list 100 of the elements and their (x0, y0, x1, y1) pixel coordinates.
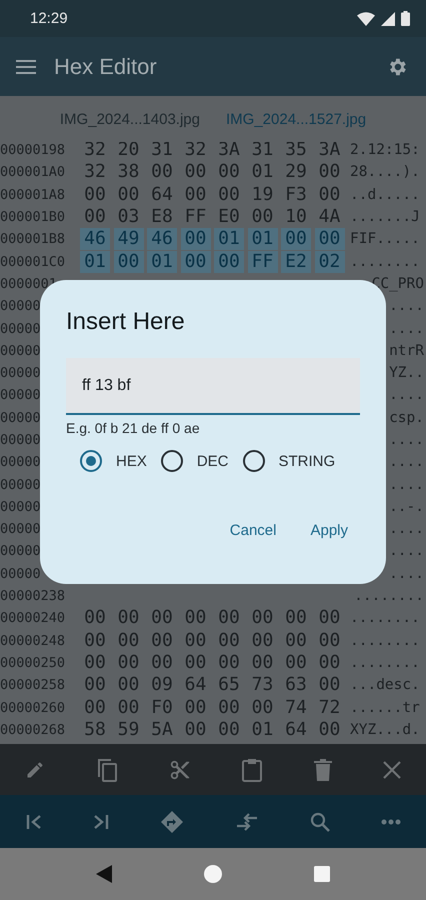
close-icon[interactable] (382, 760, 401, 778)
hex-byte[interactable]: 01 (80, 250, 110, 273)
hex-byte[interactable]: 00 (147, 652, 177, 674)
hex-byte[interactable]: 46 (80, 228, 110, 250)
hex-byte[interactable]: 00 (248, 696, 278, 719)
hex-byte[interactable]: 46 (147, 228, 177, 250)
hex-byte[interactable]: 00 (214, 161, 244, 184)
hex-byte[interactable]: 32 (180, 142, 210, 162)
hex-byte[interactable]: 59 (114, 718, 144, 741)
hex-byte[interactable]: 58 (80, 718, 110, 741)
hex-byte[interactable]: 00 (114, 674, 144, 696)
hex-byte[interactable]: 00 (180, 161, 210, 184)
hex-byte[interactable]: 00 (114, 652, 144, 674)
hex-byte[interactable]: FF (180, 206, 210, 228)
input-field[interactable]: ff 13 bf (66, 358, 360, 415)
hex-byte[interactable]: 74 (281, 696, 311, 719)
hex-byte[interactable]: E8 (147, 206, 177, 228)
hex-byte[interactable]: 64 (281, 718, 311, 741)
hex-byte[interactable]: 03 (114, 206, 144, 228)
hex-byte[interactable]: 00 (214, 718, 244, 741)
radio-button[interactable] (160, 450, 183, 472)
pencil-icon[interactable] (25, 760, 46, 780)
hex-byte[interactable]: 00 (114, 696, 144, 719)
hex-byte[interactable]: 00 (180, 607, 210, 630)
hex-byte[interactable]: 00 (314, 607, 344, 630)
hex-byte[interactable]: 00 (248, 607, 278, 630)
hex-byte[interactable]: 35 (281, 142, 311, 162)
hex-byte[interactable]: 00 (281, 630, 311, 652)
clipboard-icon[interactable] (241, 758, 264, 782)
hex-byte[interactable]: 01 (248, 228, 278, 250)
hex-byte[interactable]: 49 (114, 228, 144, 250)
hex-byte[interactable]: 00 (214, 696, 244, 719)
hex-byte[interactable]: 00 (114, 184, 144, 206)
hex-byte[interactable]: 00 (180, 630, 210, 652)
hex-byte[interactable]: 00 (147, 161, 177, 184)
copy-icon[interactable] (96, 758, 118, 782)
hex-byte[interactable]: 00 (80, 206, 110, 228)
hex-byte[interactable]: 31 (147, 142, 177, 162)
hex-byte[interactable]: 02 (314, 250, 344, 273)
back-icon[interactable] (96, 865, 112, 883)
hex-byte[interactable]: 31 (248, 142, 278, 162)
hex-byte[interactable]: 63 (281, 674, 311, 696)
hex-byte[interactable]: 00 (314, 630, 344, 652)
hex-byte[interactable]: 00 (80, 674, 110, 696)
directions-icon[interactable] (160, 810, 184, 834)
hex-byte[interactable]: 00 (281, 652, 311, 674)
hex-byte[interactable]: F3 (281, 184, 311, 206)
hex-byte[interactable]: 00 (80, 184, 110, 206)
hex-byte[interactable]: 00 (180, 652, 210, 674)
jump-end-icon[interactable] (92, 814, 108, 830)
hex-byte[interactable]: 00 (147, 607, 177, 630)
hex-byte[interactable]: 00 (314, 718, 344, 741)
hex-byte[interactable]: 00 (248, 630, 278, 652)
home-icon[interactable] (204, 865, 222, 883)
hex-byte[interactable]: 00 (281, 228, 311, 250)
hex-byte[interactable]: 00 (214, 652, 244, 674)
hex-byte[interactable]: 00 (248, 206, 278, 228)
hex-byte[interactable]: 00 (314, 228, 344, 250)
hex-byte[interactable]: 01 (248, 161, 278, 184)
hex-byte[interactable]: 5A (147, 718, 177, 741)
hex-byte[interactable]: 00 (180, 250, 210, 273)
hex-byte[interactable]: 20 (114, 142, 144, 162)
hex-byte[interactable]: 00 (214, 250, 244, 273)
file-tab[interactable]: IMG_2024...1403.jpg (50, 106, 210, 132)
hex-byte[interactable]: 00 (114, 250, 144, 273)
hex-byte[interactable]: 64 (180, 674, 210, 696)
hex-byte[interactable]: 00 (314, 652, 344, 674)
hex-byte[interactable]: 09 (147, 674, 177, 696)
hex-byte[interactable]: F0 (147, 696, 177, 719)
radio-button[interactable] (242, 450, 265, 472)
hex-byte[interactable]: 3A (314, 142, 344, 162)
hex-byte[interactable]: 00 (114, 607, 144, 630)
hex-byte[interactable]: 00 (180, 718, 210, 741)
hex-byte[interactable]: 72 (314, 696, 344, 719)
hex-byte[interactable]: 00 (80, 652, 110, 674)
hex-byte[interactable]: 38 (114, 161, 144, 184)
hex-byte[interactable]: 00 (314, 161, 344, 184)
hex-byte[interactable]: 00 (180, 184, 210, 206)
hex-byte[interactable]: 65 (214, 674, 244, 696)
hex-byte[interactable]: 00 (80, 696, 110, 719)
jump-start-icon[interactable] (26, 814, 42, 830)
dialog-button[interactable]: Cancel (218, 514, 288, 547)
hex-byte[interactable]: 01 (214, 228, 244, 250)
hex-byte[interactable]: FF (248, 250, 278, 273)
more-icon[interactable] (380, 818, 400, 824)
hex-byte[interactable]: E2 (281, 250, 311, 273)
file-tab[interactable]: IMG_2024...1527.jpg (216, 106, 376, 132)
menu-icon[interactable] (16, 60, 36, 74)
hex-byte[interactable]: 32 (80, 142, 110, 162)
hex-byte[interactable]: 01 (248, 718, 278, 741)
hex-byte[interactable]: 64 (147, 184, 177, 206)
hex-byte[interactable]: 19 (248, 184, 278, 206)
hex-byte[interactable]: 00 (214, 630, 244, 652)
hex-byte[interactable]: 00 (114, 630, 144, 652)
hex-byte[interactable]: 32 (80, 161, 110, 184)
hex-byte[interactable]: 00 (214, 184, 244, 206)
hex-byte[interactable]: 00 (180, 696, 210, 719)
hex-byte[interactable]: 00 (248, 652, 278, 674)
hex-byte[interactable]: 29 (281, 161, 311, 184)
hex-byte[interactable]: 73 (248, 674, 278, 696)
